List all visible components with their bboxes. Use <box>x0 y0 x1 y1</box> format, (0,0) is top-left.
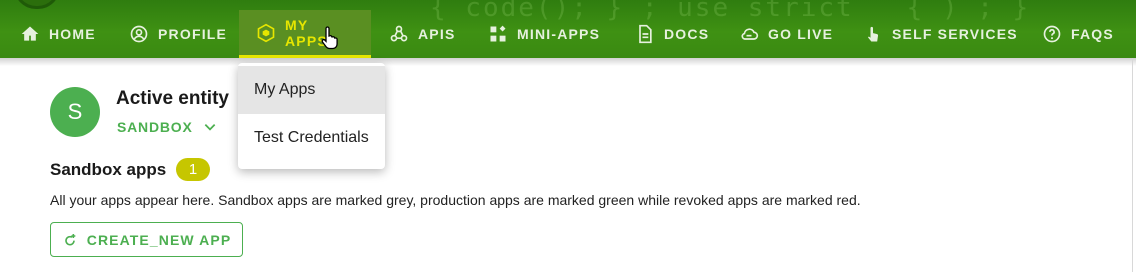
nav-item-my-apps[interactable]: MY APPS <box>239 10 371 58</box>
add-refresh-icon <box>64 233 76 245</box>
nav-item-label: MINI-APPS <box>517 26 601 42</box>
create-new-app-label: CREATE_NEW APP <box>86 231 232 248</box>
entity-title: Active entity <box>116 88 229 109</box>
nav-item-go-live[interactable]: GO LIVE <box>739 10 833 58</box>
widgets-icon <box>488 24 508 44</box>
cloud-icon <box>739 24 759 44</box>
section-title: Sandbox apps <box>50 160 167 179</box>
nav-shadow <box>0 58 1136 66</box>
scrollbar-edge <box>1132 58 1133 272</box>
nav-item-label: SELF SERVICES <box>892 26 1018 42</box>
touch-icon <box>863 24 883 44</box>
nav-item-label: DOCS <box>664 26 710 42</box>
help-icon <box>1042 24 1062 44</box>
nav-item-faqs[interactable]: FAQS <box>1042 10 1114 58</box>
section-description: All your apps appear here. Sandbox apps … <box>50 192 861 208</box>
nav-item-label: GO LIVE <box>768 26 834 42</box>
profile-icon <box>129 24 149 44</box>
home-icon <box>20 24 40 44</box>
menu-item-my-apps[interactable]: My Apps <box>238 66 385 114</box>
nav-item-home[interactable]: HOME <box>20 10 96 58</box>
top-nav-bar: { code(); } ; use strict { ) ; } HOME PR… <box>0 0 1136 58</box>
chevron-down-icon <box>204 124 215 131</box>
nav-item-mini-apps[interactable]: MINI-APPS <box>488 10 600 58</box>
nav-item-label: APIS <box>418 26 456 42</box>
page: { code(); } ; use strict { ) ; } HOME PR… <box>0 0 1136 272</box>
menu-item-test-credentials[interactable]: Test Credentials <box>238 114 385 162</box>
nav-item-label: PROFILE <box>158 26 228 42</box>
nav-item-label: HOME <box>49 26 96 42</box>
nav-item-self-services[interactable]: SELF SERVICES <box>863 10 1018 58</box>
hand-cursor-icon <box>321 26 338 50</box>
cube-icon <box>256 23 276 43</box>
logo[interactable] <box>14 0 60 9</box>
apps-count-badge: 1 <box>176 158 210 181</box>
webhook-icon <box>389 24 409 44</box>
document-icon <box>635 24 655 44</box>
nav-item-docs[interactable]: DOCS <box>635 10 709 58</box>
nav-item-apis[interactable]: APIS <box>389 10 455 58</box>
entity-selector-value: SANDBOX <box>117 119 193 135</box>
nav-item-profile[interactable]: PROFILE <box>129 10 227 58</box>
avatar: S <box>50 87 100 137</box>
my-apps-dropdown-menu: My Apps Test Credentials <box>238 63 385 169</box>
entity-selector[interactable]: SANDBOX <box>117 119 217 135</box>
create-new-app-button[interactable]: CREATE_NEW APP <box>50 222 243 257</box>
nav-item-label: FAQS <box>1071 26 1114 42</box>
